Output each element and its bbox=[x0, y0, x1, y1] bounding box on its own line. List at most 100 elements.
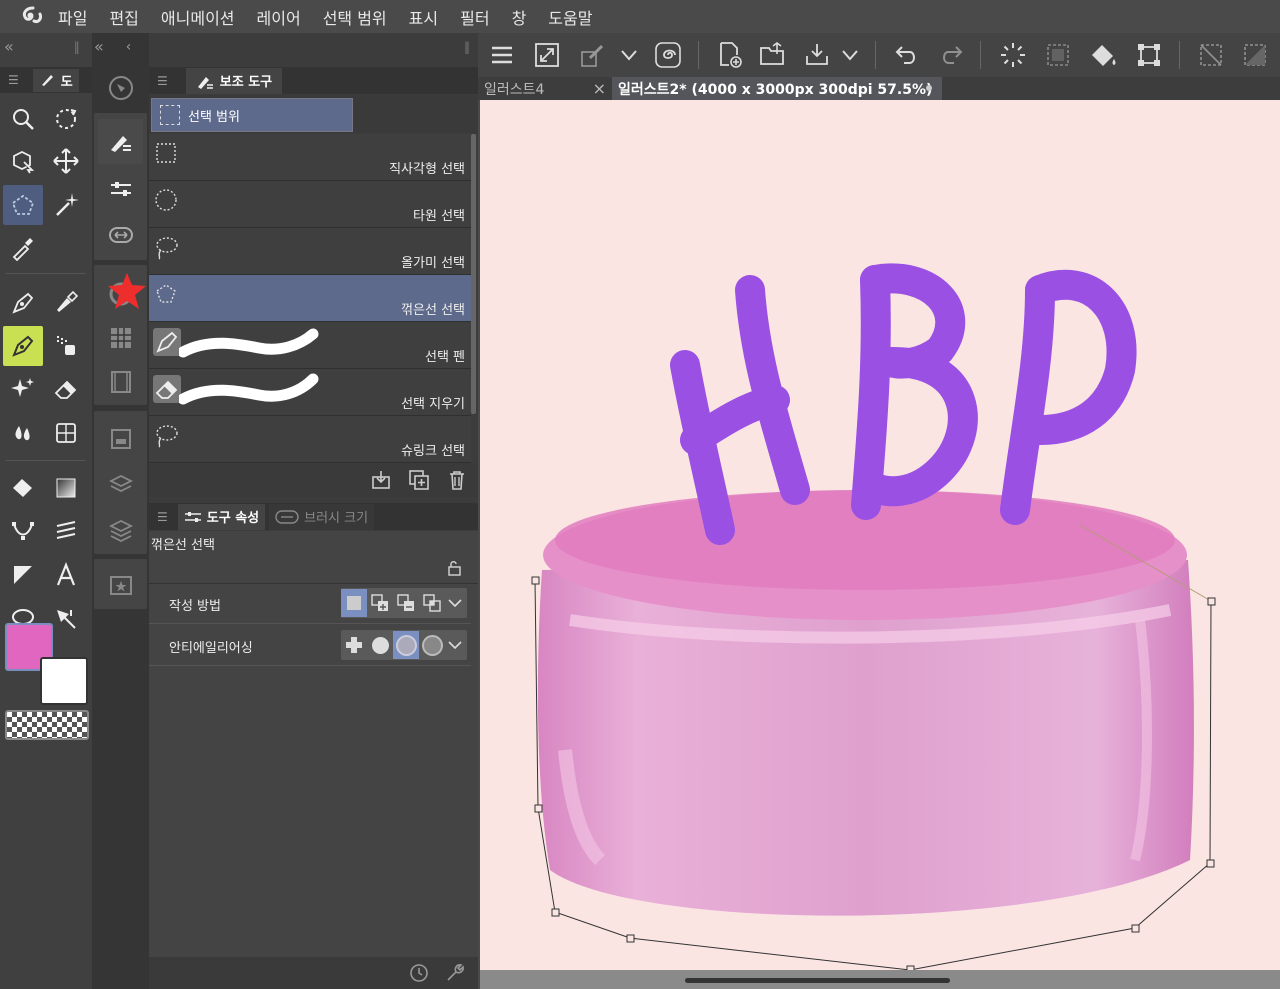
selection-group-tab[interactable]: 선택 범위 bbox=[151, 98, 353, 132]
fit-screen-icon[interactable] bbox=[534, 42, 560, 68]
import-subtool-icon[interactable] bbox=[370, 469, 392, 491]
vector-tool-button[interactable] bbox=[3, 511, 43, 551]
brush-color-icon[interactable] bbox=[580, 42, 606, 68]
layer-panel-button[interactable] bbox=[98, 507, 143, 552]
pen-tool-button[interactable] bbox=[3, 283, 43, 323]
subtool-item-polyline-select[interactable]: 꺾은선 선택 bbox=[149, 275, 471, 322]
ruler-tool-button[interactable] bbox=[3, 555, 43, 595]
menu-icon[interactable]: ☰ bbox=[157, 74, 168, 88]
spiral-icon[interactable] bbox=[654, 41, 682, 69]
menu-view[interactable]: 표시 bbox=[409, 5, 438, 29]
add-selection-icon[interactable] bbox=[367, 589, 393, 617]
tool-property-button[interactable] bbox=[98, 166, 143, 211]
invert-selection-icon[interactable] bbox=[1242, 42, 1268, 68]
menu-selection[interactable]: 선택 범위 bbox=[323, 5, 387, 29]
menu-window[interactable]: 창 bbox=[512, 5, 527, 29]
timeline-button[interactable] bbox=[98, 359, 143, 404]
subtool-item-shrink-select[interactable]: 슈링크 선택 bbox=[149, 416, 471, 463]
move-tool-button[interactable] bbox=[46, 141, 86, 181]
brush-size-button[interactable] bbox=[98, 212, 143, 257]
menu-layer[interactable]: 레이어 bbox=[257, 5, 301, 29]
eraser-tool-button[interactable] bbox=[46, 369, 86, 409]
gradient-tool-button[interactable] bbox=[46, 468, 86, 508]
chevron-down-icon[interactable] bbox=[841, 49, 859, 61]
chevron-down-icon[interactable] bbox=[620, 49, 638, 61]
brush-tool-button[interactable] bbox=[46, 283, 86, 323]
deselect-icon[interactable] bbox=[1198, 42, 1224, 68]
sub-color-swatch[interactable] bbox=[40, 657, 88, 705]
rotate-tool-button[interactable] bbox=[46, 99, 86, 139]
transparent-color-swatch[interactable] bbox=[5, 710, 89, 740]
new-selection-icon[interactable] bbox=[341, 589, 367, 617]
subtool-item-selection-pen[interactable]: 선택 펜 bbox=[149, 322, 471, 369]
color-set-button[interactable] bbox=[98, 315, 143, 360]
duplicate-subtool-icon[interactable] bbox=[408, 469, 430, 491]
marker-tool-button[interactable] bbox=[3, 326, 43, 366]
fill-tool-button[interactable] bbox=[3, 468, 43, 508]
selection-tool-button[interactable] bbox=[3, 185, 43, 225]
subtool-panel-button[interactable] bbox=[98, 119, 143, 164]
auto-select-tool-button[interactable] bbox=[46, 185, 86, 225]
material-button[interactable] bbox=[98, 562, 143, 607]
menu-icon[interactable]: ☰ bbox=[8, 73, 19, 87]
menu-help[interactable]: 도움말 bbox=[548, 5, 592, 29]
wrench-icon[interactable] bbox=[444, 962, 466, 984]
drag-handle-icon[interactable]: ‖ bbox=[464, 40, 470, 54]
airbrush-tool-button[interactable] bbox=[46, 326, 86, 366]
new-file-icon[interactable] bbox=[717, 41, 743, 69]
zoom-tool-button[interactable] bbox=[3, 99, 43, 139]
redo-icon[interactable] bbox=[938, 43, 964, 67]
menu-icon[interactable]: ☰ bbox=[157, 510, 168, 524]
layer-search-button[interactable] bbox=[98, 461, 143, 506]
blend-tool-button[interactable] bbox=[3, 413, 43, 453]
intersect-selection-icon[interactable] bbox=[419, 589, 445, 617]
layer-property-button[interactable] bbox=[98, 416, 143, 461]
home-indicator[interactable] bbox=[685, 978, 950, 983]
chevron-down-icon[interactable] bbox=[445, 631, 465, 659]
aa-medium-icon[interactable] bbox=[393, 631, 419, 659]
tool-tab[interactable]: 도 bbox=[32, 68, 79, 92]
export-icon[interactable] bbox=[803, 42, 831, 68]
open-folder-icon[interactable] bbox=[759, 42, 787, 68]
collapse-left-icon[interactable]: « bbox=[94, 37, 104, 56]
aa-strong-icon[interactable] bbox=[419, 631, 445, 659]
aa-weak-icon[interactable] bbox=[367, 631, 393, 659]
lock-icon[interactable] bbox=[445, 559, 463, 577]
subtool-scrollbar[interactable] bbox=[471, 134, 476, 414]
fill-bucket-icon[interactable] bbox=[1089, 41, 1117, 69]
close-icon[interactable]: × bbox=[593, 79, 606, 98]
chevron-down-icon[interactable] bbox=[445, 589, 465, 617]
tab-illust4[interactable]: 일러스트4 × bbox=[478, 77, 612, 100]
subtool-item-ellipse-select[interactable]: 타원 선택 bbox=[149, 181, 471, 228]
collapse-left-icon[interactable]: « bbox=[4, 37, 14, 56]
app-logo-icon[interactable] bbox=[18, 4, 48, 30]
subtract-selection-icon[interactable] bbox=[393, 589, 419, 617]
drawing-canvas[interactable] bbox=[480, 100, 1280, 970]
select-all-icon[interactable] bbox=[1045, 42, 1071, 68]
transform-icon[interactable] bbox=[1135, 41, 1163, 69]
loading-spinner-icon[interactable] bbox=[999, 41, 1027, 69]
figure-tool-button[interactable] bbox=[46, 413, 86, 453]
hamburger-menu-icon[interactable] bbox=[490, 44, 514, 66]
aa-none-icon[interactable] bbox=[341, 631, 367, 659]
decoration-tool-button[interactable] bbox=[3, 369, 43, 409]
eyedropper-tool-button[interactable] bbox=[3, 228, 43, 268]
menu-filter[interactable]: 필터 bbox=[460, 5, 489, 29]
menu-animation[interactable]: 애니메이션 bbox=[161, 5, 235, 29]
subtool-item-selection-eraser[interactable]: 선택 지우기 bbox=[149, 369, 471, 416]
brush-size-tab[interactable]: 브러시 크기 bbox=[269, 503, 375, 530]
chevron-left-icon[interactable]: ‹ bbox=[126, 39, 132, 55]
drag-handle-icon[interactable]: ‖ bbox=[74, 40, 80, 54]
subtool-item-rect-select[interactable]: 직사각형 선택 bbox=[149, 134, 471, 181]
tool-property-tab[interactable]: 도구 속성 bbox=[177, 503, 266, 530]
reset-tool-icon[interactable] bbox=[408, 962, 430, 984]
object-tool-button[interactable] bbox=[3, 141, 43, 181]
menu-file[interactable]: 파일 bbox=[58, 5, 87, 29]
navigator-button[interactable] bbox=[98, 65, 143, 110]
frame-tool-button[interactable] bbox=[46, 511, 86, 551]
subtool-tab[interactable]: 보조 도구 bbox=[185, 67, 283, 94]
text-tool-button[interactable] bbox=[46, 555, 86, 595]
menu-edit[interactable]: 편집 bbox=[109, 5, 138, 29]
subtool-item-lasso-select[interactable]: 올가미 선택 bbox=[149, 228, 471, 275]
tab-illust2[interactable]: 일러스트2* (4000 x 3000px 300dpi 57.5%) bbox=[612, 77, 942, 100]
